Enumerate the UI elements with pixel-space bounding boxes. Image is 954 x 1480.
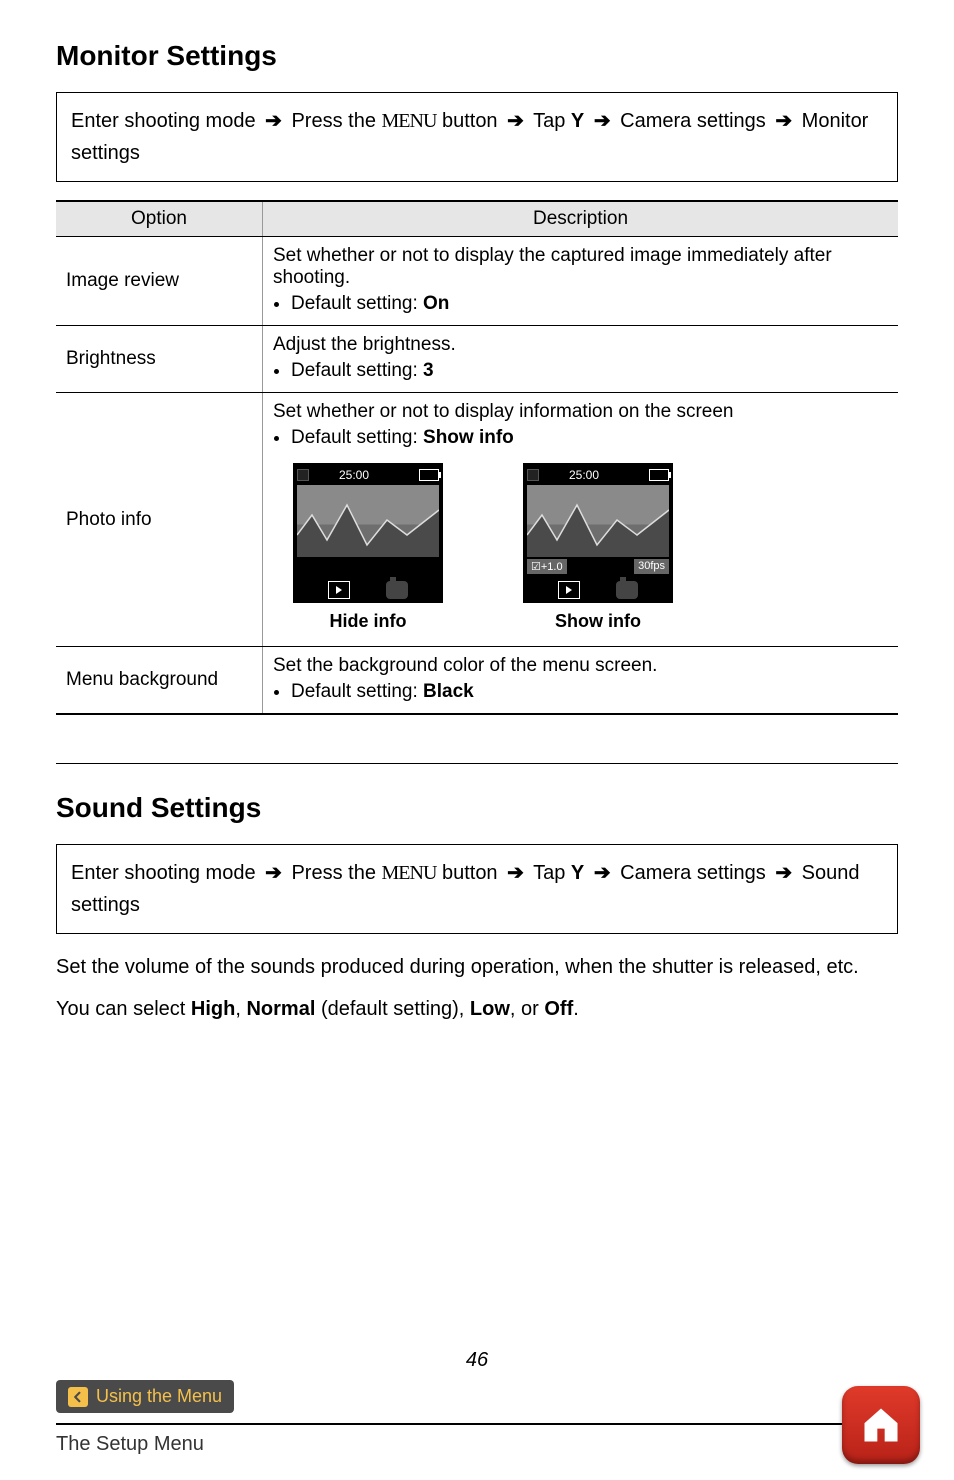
path-segment: button	[442, 862, 498, 884]
path-segment: Tap	[533, 110, 565, 132]
option-high: High	[191, 998, 235, 1020]
path-segment: Tap	[533, 862, 565, 884]
thumb-label: Hide info	[330, 611, 407, 632]
arrow-icon: ➔	[507, 105, 524, 137]
option-normal: Normal	[246, 998, 315, 1020]
page-number: 46	[0, 1349, 954, 1372]
path-segment: Camera settings	[620, 862, 766, 884]
path-segment: Enter shooting mode	[71, 862, 256, 884]
settings-table: Option Description Image review Set whet…	[56, 200, 898, 715]
arrow-icon: ➔	[265, 105, 282, 137]
path-segment: Camera settings	[620, 110, 766, 132]
arrow-icon: ➔	[775, 857, 792, 889]
desc-text: Set the background color of the menu scr…	[273, 655, 657, 676]
wrench-icon: Y	[571, 862, 584, 884]
nav-path-monitor: Enter shooting mode ➔ Press the MENU but…	[56, 92, 898, 182]
text: , or	[510, 998, 544, 1020]
arrow-icon: ➔	[265, 857, 282, 889]
sound-description-2: You can select High, Normal (default set…	[56, 994, 898, 1024]
thumb-label: Show info	[555, 611, 641, 632]
text: .	[573, 998, 579, 1020]
thumb-hide-info: 25:00	[293, 463, 443, 632]
default-value: On	[423, 293, 449, 314]
path-segment: Enter shooting mode	[71, 110, 256, 132]
table-row: Menu background Set the background color…	[56, 647, 898, 715]
arrow-icon: ➔	[594, 105, 611, 137]
table-row: Brightness Adjust the brightness. Defaul…	[56, 326, 898, 393]
table-row: Photo info Set whether or not to display…	[56, 393, 898, 647]
desc-text: Adjust the brightness.	[273, 334, 456, 355]
ev-value: +1.0	[541, 561, 563, 573]
path-segment: button	[442, 110, 498, 132]
footer-divider	[56, 1423, 898, 1425]
option-description: Adjust the brightness. Default setting: …	[263, 326, 899, 393]
default-value: 3	[423, 360, 434, 381]
default-prefix: Default setting:	[291, 427, 418, 448]
ev-icon: ☑	[531, 561, 541, 573]
text: (default setting),	[315, 998, 470, 1020]
home-button[interactable]	[842, 1386, 920, 1464]
sound-description-1: Set the volume of the sounds produced du…	[56, 952, 898, 982]
col-header-option: Option	[56, 201, 263, 237]
switch-icon	[616, 581, 638, 599]
arrow-icon: ➔	[594, 857, 611, 889]
option-description: Set the background color of the menu scr…	[263, 647, 899, 715]
time-remaining: 25:00	[565, 467, 603, 483]
nav-path-sound: Enter shooting mode ➔ Press the MENU but…	[56, 844, 898, 934]
using-menu-link[interactable]: Using the Menu	[56, 1380, 234, 1413]
option-label: Menu background	[56, 647, 263, 715]
table-row: Image review Set whether or not to displ…	[56, 237, 898, 326]
wrench-icon: Y	[571, 110, 584, 132]
default-prefix: Default setting:	[291, 360, 418, 381]
default-value: Black	[423, 681, 474, 702]
option-low: Low	[470, 998, 510, 1020]
path-segment: Press the	[291, 110, 375, 132]
desc-text: Set whether or not to display the captur…	[273, 245, 832, 288]
path-segment: Press the	[291, 862, 375, 884]
option-off: Off	[544, 998, 573, 1020]
record-icon	[527, 469, 539, 481]
option-description: Set whether or not to display informatio…	[263, 393, 899, 647]
arrow-icon: ➔	[775, 105, 792, 137]
default-value: Show info	[423, 427, 514, 448]
option-label: Photo info	[56, 393, 263, 647]
play-icon	[558, 581, 580, 599]
chip-label: Using the Menu	[96, 1386, 222, 1407]
menu-label: MENU	[382, 110, 437, 132]
option-label: Image review	[56, 237, 263, 326]
option-description: Set whether or not to display the captur…	[263, 237, 899, 326]
default-prefix: Default setting:	[291, 293, 418, 314]
preview-image	[297, 485, 439, 557]
thumb-show-info: 25:00 ☑+1.0 30fps	[523, 463, 673, 632]
menu-label: MENU	[382, 862, 437, 884]
col-header-description: Description	[263, 201, 899, 237]
battery-icon	[649, 469, 669, 481]
preview-image	[527, 485, 669, 557]
switch-icon	[386, 581, 408, 599]
ev-badge: ☑+1.0	[527, 559, 567, 574]
desc-text: Set whether or not to display informatio…	[273, 401, 733, 422]
fps-badge: 30fps	[634, 559, 669, 574]
default-prefix: Default setting:	[291, 681, 418, 702]
record-icon	[297, 469, 309, 481]
home-icon	[859, 1403, 903, 1447]
time-remaining: 25:00	[335, 467, 373, 483]
section-title-monitor: Monitor Settings	[56, 40, 898, 72]
battery-icon	[419, 469, 439, 481]
play-icon	[328, 581, 350, 599]
footer-breadcrumb: The Setup Menu	[56, 1433, 898, 1456]
option-label: Brightness	[56, 326, 263, 393]
back-icon	[68, 1387, 88, 1407]
arrow-icon: ➔	[507, 857, 524, 889]
section-title-sound: Sound Settings	[56, 792, 898, 824]
section-divider	[56, 763, 898, 764]
text: ,	[235, 998, 246, 1020]
text: You can select	[56, 998, 191, 1020]
